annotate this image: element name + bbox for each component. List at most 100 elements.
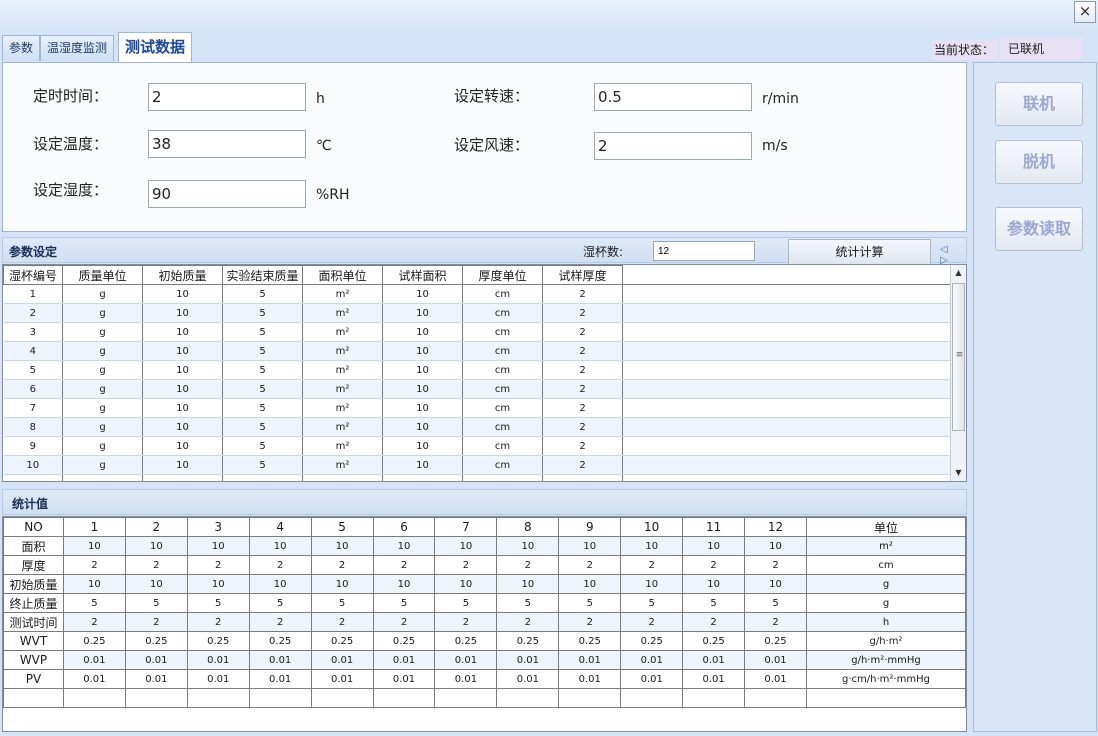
- table-cell[interactable]: cm: [462, 417, 543, 437]
- table-cell[interactable]: 10: [382, 284, 463, 304]
- table-cell[interactable]: cm: [462, 303, 543, 323]
- table-row[interactable]: 8 g 10 5 m² 10 cm 2: [3, 417, 950, 437]
- table-cell[interactable]: m²: [302, 341, 383, 361]
- scroll-up-icon[interactable]: ▲: [951, 265, 966, 281]
- table-cell[interactable]: 10: [142, 398, 223, 418]
- table-cell[interactable]: 7: [3, 398, 63, 418]
- table-row[interactable]: 2 g 10 5 m² 10 cm 2: [3, 303, 950, 323]
- table-cell[interactable]: m²: [302, 303, 383, 323]
- table-row[interactable]: 10 g 10 5 m² 10 cm 2: [3, 455, 950, 475]
- table-cell[interactable]: 10: [142, 341, 223, 361]
- table-cell[interactable]: 2: [3, 303, 63, 323]
- table-cell[interactable]: 10: [382, 341, 463, 361]
- humidity-input[interactable]: [148, 180, 306, 208]
- vertical-scrollbar[interactable]: ▲ ≡ ▼: [950, 265, 966, 481]
- table-cell[interactable]: cm: [462, 398, 543, 418]
- table-cell[interactable]: 10: [382, 322, 463, 342]
- table-cell[interactable]: 5: [3, 360, 63, 380]
- table-cell[interactable]: m²: [302, 398, 383, 418]
- table-cell[interactable]: 5: [222, 417, 303, 437]
- table-cell[interactable]: 10: [142, 455, 223, 475]
- table-cell[interactable]: cm: [462, 341, 543, 361]
- table-cell[interactable]: 3: [3, 322, 63, 342]
- table-row[interactable]: 5 g 10 5 m² 10 cm 2: [3, 360, 950, 380]
- table-cell[interactable]: g: [62, 303, 143, 323]
- table-cell[interactable]: 1: [3, 284, 63, 304]
- column-header[interactable]: 厚度单位: [462, 265, 543, 285]
- table-cell[interactable]: 2: [542, 284, 623, 304]
- scroll-thumb[interactable]: ≡: [952, 283, 965, 431]
- table-cell[interactable]: 10: [382, 303, 463, 323]
- table-cell[interactable]: cm: [462, 360, 543, 380]
- scroll-down-icon[interactable]: ▼: [951, 465, 966, 481]
- table-row[interactable]: 6 g 10 5 m² 10 cm 2: [3, 379, 950, 399]
- table-cell[interactable]: 10: [142, 360, 223, 380]
- table-cell[interactable]: 10: [382, 360, 463, 380]
- table-cell[interactable]: m²: [302, 417, 383, 437]
- table-cell[interactable]: m²: [302, 379, 383, 399]
- table-cell[interactable]: 10: [142, 436, 223, 456]
- table-row[interactable]: 7 g 10 5 m² 10 cm 2: [3, 398, 950, 418]
- table-cell[interactable]: 2: [542, 341, 623, 361]
- table-cell[interactable]: 10: [142, 322, 223, 342]
- table-cell[interactable]: 8: [3, 417, 63, 437]
- disconnect-button[interactable]: 脱机: [995, 140, 1083, 184]
- wind-input[interactable]: [594, 132, 752, 160]
- table-cell[interactable]: 6: [3, 379, 63, 399]
- column-header[interactable]: 湿杯编号: [3, 265, 63, 285]
- table-cell[interactable]: 2: [542, 322, 623, 342]
- table-cell[interactable]: g: [62, 398, 143, 418]
- tab-temp-humidity-monitor[interactable]: 温湿度监测: [40, 35, 115, 61]
- column-header[interactable]: 面积单位: [302, 265, 383, 285]
- table-cell[interactable]: 5: [222, 341, 303, 361]
- table-cell[interactable]: 5: [222, 322, 303, 342]
- table-cell[interactable]: 5: [222, 455, 303, 475]
- table-cell[interactable]: cm: [462, 455, 543, 475]
- table-cell[interactable]: cm: [462, 322, 543, 342]
- table-cell[interactable]: 2: [542, 398, 623, 418]
- table-cell[interactable]: g: [62, 284, 143, 304]
- connect-button[interactable]: 联机: [995, 82, 1083, 126]
- table-cell[interactable]: 10: [382, 398, 463, 418]
- table-cell[interactable]: 2: [542, 379, 623, 399]
- table-cell[interactable]: m²: [302, 322, 383, 342]
- table-cell[interactable]: 10: [3, 455, 63, 475]
- table-row[interactable]: 3 g 10 5 m² 10 cm 2: [3, 322, 950, 342]
- table-cell[interactable]: 9: [3, 436, 63, 456]
- table-row[interactable]: 9 g 10 5 m² 10 cm 2: [3, 436, 950, 456]
- table-cell[interactable]: 10: [382, 379, 463, 399]
- nav-arrows-icon[interactable]: ◁ ▷: [940, 244, 966, 266]
- read-params-button[interactable]: 参数读取: [995, 207, 1083, 251]
- table-row[interactable]: 1 g 10 5 m² 10 cm 2: [3, 284, 950, 304]
- timer-input[interactable]: [148, 83, 306, 111]
- table-cell[interactable]: 2: [542, 417, 623, 437]
- table-cell[interactable]: 10: [382, 455, 463, 475]
- column-header[interactable]: 初始质量: [142, 265, 223, 285]
- table-cell[interactable]: 2: [542, 436, 623, 456]
- table-cell[interactable]: 10: [382, 436, 463, 456]
- tab-test-data[interactable]: 测试数据: [118, 32, 193, 62]
- calculate-stats-button[interactable]: 统计计算: [788, 239, 931, 265]
- table-cell[interactable]: g: [62, 341, 143, 361]
- table-cell[interactable]: 5: [222, 436, 303, 456]
- table-cell[interactable]: 5: [222, 398, 303, 418]
- table-cell[interactable]: g: [62, 322, 143, 342]
- table-cell[interactable]: 10: [142, 379, 223, 399]
- cups-count-input[interactable]: [653, 241, 755, 261]
- column-header[interactable]: 实验结束质量: [222, 265, 303, 285]
- table-cell[interactable]: 10: [382, 417, 463, 437]
- table-cell[interactable]: cm: [462, 379, 543, 399]
- column-header[interactable]: 质量单位: [62, 265, 143, 285]
- table-cell[interactable]: 5: [222, 379, 303, 399]
- table-cell[interactable]: 2: [542, 303, 623, 323]
- table-cell[interactable]: m²: [302, 360, 383, 380]
- speed-input[interactable]: [594, 83, 752, 111]
- table-cell[interactable]: 2: [542, 455, 623, 475]
- table-cell[interactable]: m²: [302, 436, 383, 456]
- table-cell[interactable]: 5: [222, 360, 303, 380]
- close-button[interactable]: ×: [1074, 1, 1096, 23]
- column-header[interactable]: 试样厚度: [542, 265, 623, 285]
- table-cell[interactable]: 4: [3, 341, 63, 361]
- table-row[interactable]: 4 g 10 5 m² 10 cm 2: [3, 341, 950, 361]
- table-cell[interactable]: 10: [142, 417, 223, 437]
